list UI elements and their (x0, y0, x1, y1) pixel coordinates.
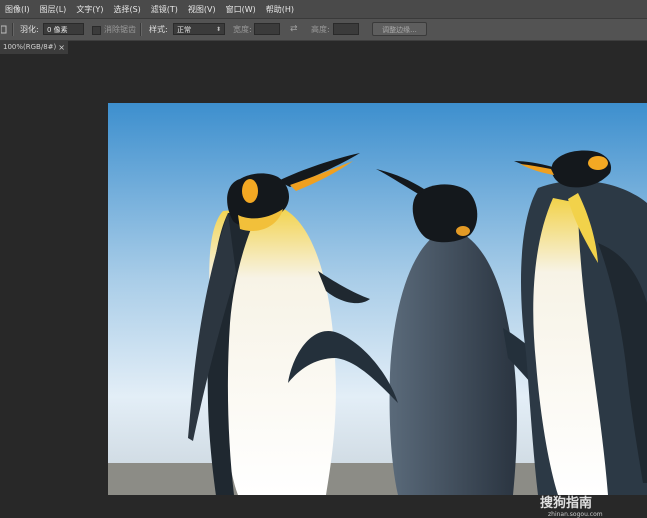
style-select[interactable]: 正常 ⬍ (173, 23, 225, 35)
canvas-workspace[interactable]: 搜狗指南 zhinan.sogou.com (0, 54, 647, 518)
document-tab-bar: 100%(RGB/8#) × (0, 41, 647, 54)
antialias-label: 消除锯齿 (104, 25, 136, 34)
style-label: 样式: (149, 25, 168, 34)
options-bar: 羽化: 0 像素 消除锯齿 样式: 正常 ⬍ 宽度: ⇄ 高度: 调整边缘... (0, 19, 647, 41)
stepper-icon: ⬍ (215, 26, 221, 33)
height-label: 高度: (311, 25, 330, 34)
menu-layer[interactable]: 图层(L) (35, 0, 72, 19)
separator (12, 23, 14, 36)
swap-dimensions-icon[interactable]: ⇄ (290, 23, 298, 36)
style-select-value: 正常 (177, 26, 191, 34)
penguins-photo (108, 103, 647, 495)
close-icon[interactable]: × (58, 41, 65, 54)
width-label: 宽度: (233, 25, 252, 34)
menu-bar: 图像(I) 图层(L) 文字(Y) 选择(S) 滤镜(T) 视图(V) 窗口(W… (0, 0, 647, 19)
feather-label: 羽化: (20, 25, 39, 34)
menu-window[interactable]: 窗口(W) (221, 0, 261, 19)
feather-input[interactable]: 0 像素 (43, 23, 84, 35)
separator (140, 23, 142, 36)
menu-help[interactable]: 帮助(H) (261, 0, 299, 19)
menu-type[interactable]: 文字(Y) (71, 0, 108, 19)
menu-filter[interactable]: 滤镜(T) (146, 0, 183, 19)
refine-edge-button[interactable]: 调整边缘... (372, 22, 427, 36)
menu-view[interactable]: 视图(V) (183, 0, 221, 19)
tool-preset-icon[interactable] (0, 19, 7, 40)
menu-image[interactable]: 图像(I) (0, 0, 35, 19)
width-input[interactable] (254, 23, 280, 35)
height-input[interactable] (333, 23, 359, 35)
document-image[interactable] (108, 103, 647, 495)
menu-select[interactable]: 选择(S) (108, 0, 145, 19)
watermark-url: zhinan.sogou.com (548, 511, 603, 518)
document-tab[interactable]: 100%(RGB/8#) × (0, 41, 68, 54)
antialias-checkbox[interactable] (92, 26, 101, 35)
document-tab-title: 100%(RGB/8#) (3, 43, 57, 51)
